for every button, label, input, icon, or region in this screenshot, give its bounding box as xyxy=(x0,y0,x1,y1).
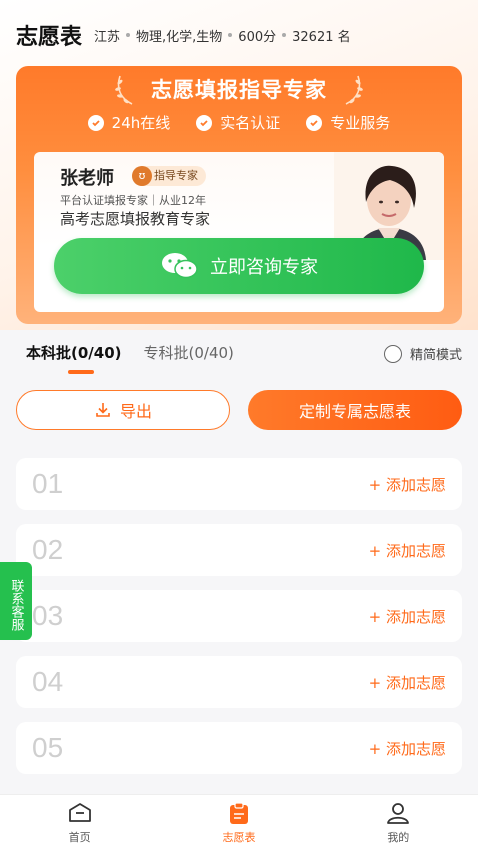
separator-dot xyxy=(126,33,131,37)
simple-mode-toggle[interactable]: 精简模式 xyxy=(383,344,462,363)
consult-label: 立即咨询专家 xyxy=(210,257,318,278)
custom-table-button[interactable]: 定制专属志愿表 xyxy=(248,390,462,430)
badge-label: 24h在线 xyxy=(111,114,171,132)
badge-label: 专业服务 xyxy=(330,114,391,132)
wish-slot: 04 + 添加志愿 xyxy=(16,656,462,708)
check-icon xyxy=(306,114,323,131)
consult-expert-button[interactable]: 立即咨询专家 xyxy=(54,238,424,294)
bottom-tabbar: 首页 志愿表 我的 xyxy=(0,794,478,850)
rank-text: 32621 名 xyxy=(292,29,351,45)
badge-service: 专业服务 xyxy=(306,112,390,133)
slot-number: 04 xyxy=(32,666,64,697)
wish-slot: 03 + 添加志愿 xyxy=(16,590,462,642)
slot-number: 02 xyxy=(32,534,64,565)
expert-tag-label: 指导专家 xyxy=(154,169,198,182)
export-label: 导出 xyxy=(119,402,152,421)
badge-verified: 实名认证 xyxy=(196,112,280,133)
separator-dot xyxy=(282,33,287,37)
subjects-text: 物理,化学,生物 xyxy=(136,29,223,45)
bear-icon: ʊ xyxy=(132,166,152,186)
expert-tag: ʊ 指导专家 xyxy=(132,166,206,186)
page-title: 志愿表 xyxy=(16,25,83,50)
contact-service-tab[interactable]: 联系客服 xyxy=(0,562,32,640)
check-icon xyxy=(196,114,213,131)
slot-number: 01 xyxy=(32,468,64,499)
separator-dot xyxy=(228,33,233,37)
score-text: 600分 xyxy=(238,29,277,45)
tabbar-home[interactable]: 首页 xyxy=(0,795,159,850)
user-icon xyxy=(387,802,410,824)
wish-slot: 02 + 添加志愿 xyxy=(16,524,462,576)
add-wish-button[interactable]: + 添加志愿 xyxy=(369,540,446,561)
tabbar-label: 首页 xyxy=(68,830,91,844)
home-icon xyxy=(68,802,91,822)
tabbar-profile[interactable]: 我的 xyxy=(319,795,478,850)
export-button[interactable]: 导出 xyxy=(16,390,230,430)
badge-online: 24h在线 xyxy=(87,112,171,133)
wechat-icon xyxy=(162,253,198,279)
radio-button[interactable] xyxy=(383,344,402,363)
province-text: 江苏 xyxy=(94,29,121,45)
slot-number: 03 xyxy=(32,600,64,631)
add-wish-button[interactable]: + 添加志愿 xyxy=(369,672,446,693)
wish-slots: 01 + 添加志愿 02 + 添加志愿 03 + 添加志愿 04 + 添加志愿 … xyxy=(16,458,462,788)
download-icon xyxy=(96,403,110,417)
slot-number: 05 xyxy=(32,732,64,763)
tab-undergraduate[interactable]: 本科批(0/40) xyxy=(26,342,122,378)
action-buttons: 导出 定制专属志愿表 xyxy=(16,390,462,432)
teacher-name: 张老师 xyxy=(60,168,114,189)
banner-badges: 24h在线 实名认证 专业服务 xyxy=(16,112,462,133)
tabbar-wish-table[interactable]: 志愿表 xyxy=(159,795,318,850)
expert-card: 张老师 ʊ 指导专家 平台认证填报专家｜从业12年 高考志愿填报教育专家 立即咨… xyxy=(34,152,444,312)
page-header: 志愿表 江苏 物理,化学,生物 600分 32621 名 xyxy=(16,20,351,50)
add-wish-button[interactable]: + 添加志愿 xyxy=(369,606,446,627)
banner-title: 志愿填报指导专家 xyxy=(151,78,327,102)
tabbar-label: 志愿表 xyxy=(222,830,256,844)
tab-college[interactable]: 专科批(0/40) xyxy=(144,342,234,378)
expert-banner[interactable]: 志愿填报指导专家 24h在线 实名认证 专业服务 张老师 ʊ 指导专家 平台认证… xyxy=(16,66,462,324)
wish-slot: 05 + 添加志愿 xyxy=(16,722,462,774)
simple-mode-label: 精简模式 xyxy=(409,348,462,363)
check-icon xyxy=(87,114,104,131)
clipboard-icon xyxy=(229,801,248,824)
teacher-credentials: 平台认证填报专家｜从业12年 xyxy=(60,194,206,207)
batch-tabs: 本科批(0/40) 专科批(0/40) xyxy=(26,342,234,378)
badge-label: 实名认证 xyxy=(220,114,281,132)
add-wish-button[interactable]: + 添加志愿 xyxy=(369,738,446,759)
add-wish-button[interactable]: + 添加志愿 xyxy=(369,474,446,495)
profile-meta: 江苏 物理,化学,生物 600分 32621 名 xyxy=(94,26,351,45)
laurel-icon xyxy=(345,75,363,105)
tabbar-label: 我的 xyxy=(387,830,410,844)
teacher-description: 高考志愿填报教育专家 xyxy=(60,210,211,228)
wish-slot: 01 + 添加志愿 xyxy=(16,458,462,510)
